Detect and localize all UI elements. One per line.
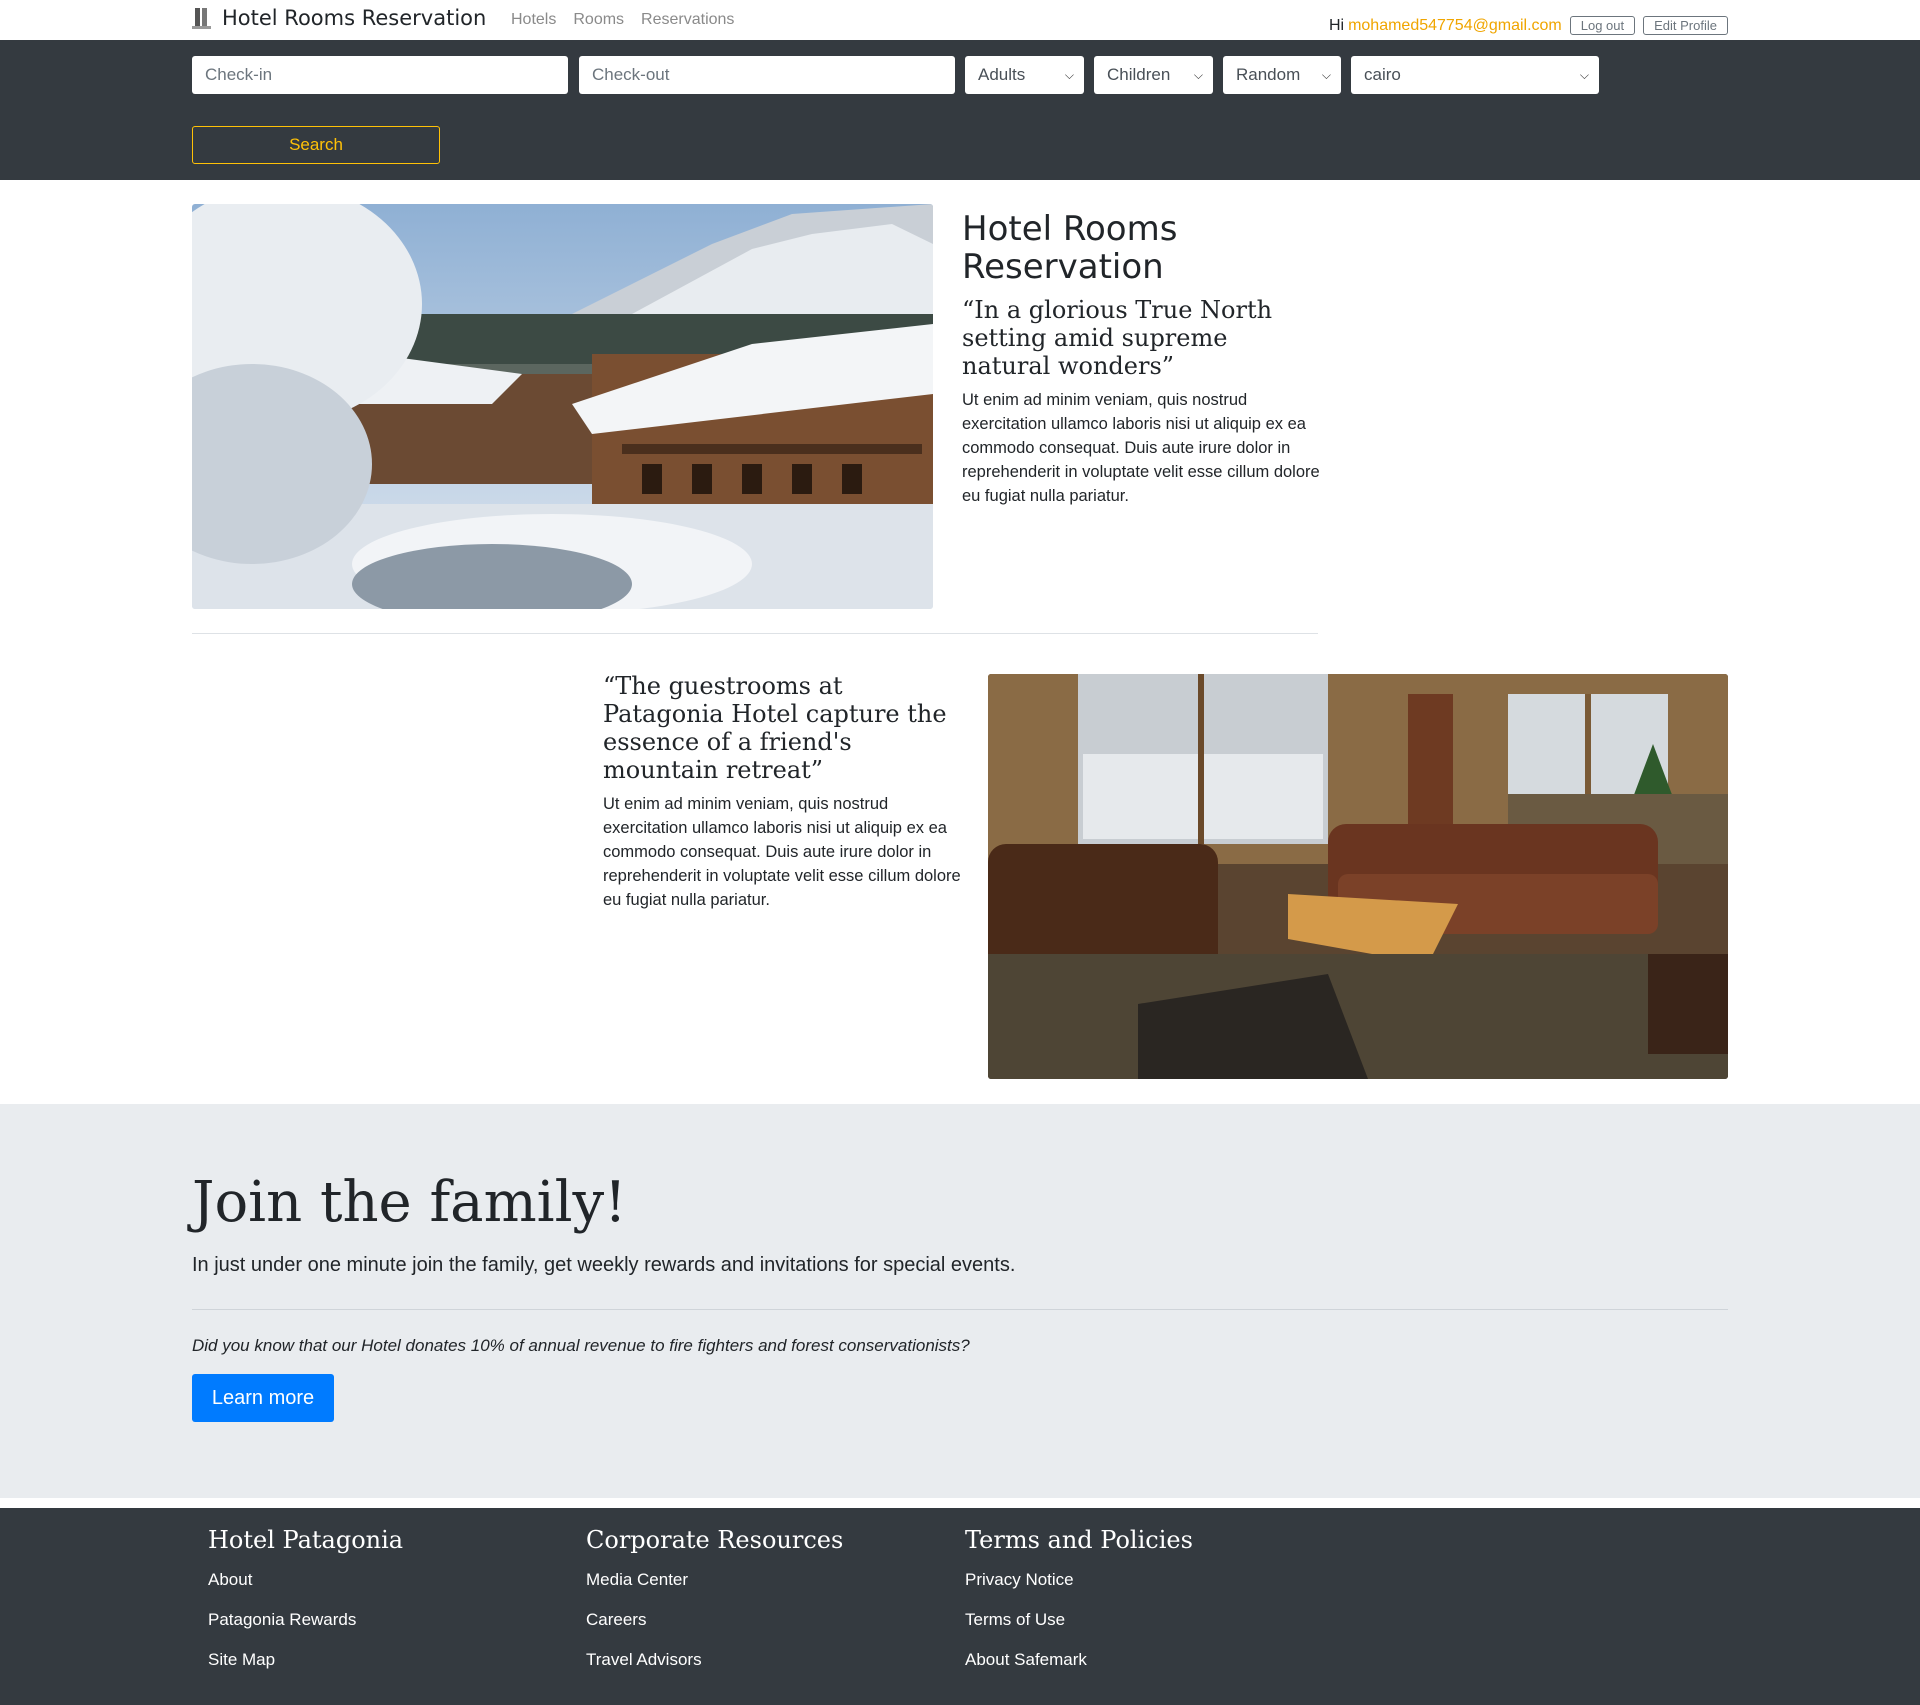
feature-2-paragraph: Ut enim ad minim veniam, quis nostrud ex…: [603, 795, 961, 909]
join-note: Did you know that our Hotel donates 10% …: [192, 1336, 970, 1355]
footer-link-about[interactable]: About: [208, 1560, 403, 1600]
footer-col-title: Terms and Policies: [965, 1526, 1193, 1554]
footer: Hotel Patagonia About Patagonia Rewards …: [0, 1508, 1920, 1705]
checkin-placeholder: Check-in: [205, 65, 273, 84]
adults-value: Adults: [978, 65, 1026, 84]
nav-link-hotels[interactable]: Hotels: [511, 11, 556, 29]
feature-1-title: Hotel Rooms Reservation: [962, 209, 1178, 287]
adults-select[interactable]: Adults ⌵: [965, 56, 1084, 94]
join-lead: In just under one minute join the family…: [192, 1254, 1016, 1276]
feature-1-text: Hotel Rooms Reservation “In a glorious T…: [962, 210, 1322, 508]
edit-profile-button[interactable]: Edit Profile: [1643, 16, 1728, 35]
brand[interactable]: Hotel Rooms Reservation: [192, 6, 486, 30]
checkout-placeholder: Check-out: [592, 65, 670, 84]
feature-2-quote: “The guestrooms at Patagonia Hotel captu…: [603, 672, 947, 784]
feature-1-paragraph: Ut enim ad minim veniam, quis nostrud ex…: [962, 391, 1320, 505]
footer-link-terms[interactable]: Terms of Use: [965, 1600, 1193, 1640]
city-value: cairo: [1364, 65, 1401, 84]
hotel-icon: [192, 6, 212, 30]
greeting: Hi: [1328, 16, 1345, 34]
room-type-value: Random: [1236, 65, 1301, 84]
user-area: Hi mohamed547754@gmail.com Log out Edit …: [1329, 16, 1728, 35]
footer-col-corporate: Corporate Resources Media Center Careers…: [586, 1526, 843, 1680]
footer-col-title: Hotel Patagonia: [208, 1526, 404, 1554]
feature-1-quote: “In a glorious True North setting amid s…: [962, 296, 1273, 380]
footer-col-terms: Terms and Policies Privacy Notice Terms …: [965, 1526, 1193, 1680]
nav-links: Hotels Rooms Reservations: [511, 11, 734, 29]
footer-col-hotel: Hotel Patagonia About Patagonia Rewards …: [208, 1526, 403, 1680]
footer-link-travel-advisors[interactable]: Travel Advisors: [586, 1640, 843, 1680]
footer-link-media-center[interactable]: Media Center: [586, 1560, 843, 1600]
snowy-village-image: [192, 204, 933, 609]
top-navbar: Hotel Rooms Reservation Hotels Rooms Res…: [0, 0, 1920, 40]
learn-more-button[interactable]: Learn more: [192, 1374, 334, 1422]
join-title: Join the family!: [192, 1170, 627, 1235]
nav-link-rooms[interactable]: Rooms: [573, 11, 624, 29]
chevron-down-icon: ⌵: [1321, 67, 1331, 82]
join-section: Join the family! In just under one minut…: [0, 1104, 1920, 1498]
search-button[interactable]: Search: [192, 126, 440, 164]
chevron-down-icon: ⌵: [1064, 67, 1074, 82]
logout-button[interactable]: Log out: [1569, 16, 1636, 35]
user-email[interactable]: mohamed547754@gmail.com: [1348, 17, 1562, 35]
feature-2-text: “The guestrooms at Patagonia Hotel captu…: [603, 672, 963, 912]
room-type-select[interactable]: Random ⌵: [1223, 56, 1341, 94]
section-divider: [192, 633, 1318, 634]
checkin-input[interactable]: Check-in: [192, 56, 568, 94]
footer-link-privacy[interactable]: Privacy Notice: [965, 1560, 1193, 1600]
children-value: Children: [1107, 65, 1171, 84]
footer-link-safemark[interactable]: About Safemark: [965, 1640, 1193, 1680]
brand-title[interactable]: Hotel Rooms Reservation: [222, 6, 486, 30]
chevron-down-icon: ⌵: [1193, 67, 1203, 82]
footer-link-site-map[interactable]: Site Map: [208, 1640, 403, 1680]
search-panel: Check-in Check-out Adults ⌵ Children ⌵ R…: [0, 40, 1920, 180]
chevron-down-icon: ⌵: [1579, 67, 1589, 82]
children-select[interactable]: Children ⌵: [1094, 56, 1213, 94]
living-room-image: [988, 674, 1728, 1079]
city-select[interactable]: cairo ⌵: [1351, 56, 1599, 94]
footer-link-rewards[interactable]: Patagonia Rewards: [208, 1600, 403, 1640]
footer-col-title: Corporate Resources: [586, 1526, 844, 1554]
nav-link-reservations[interactable]: Reservations: [641, 11, 734, 29]
checkout-input[interactable]: Check-out: [579, 56, 955, 94]
footer-link-careers[interactable]: Careers: [586, 1600, 843, 1640]
join-divider: [192, 1309, 1728, 1310]
